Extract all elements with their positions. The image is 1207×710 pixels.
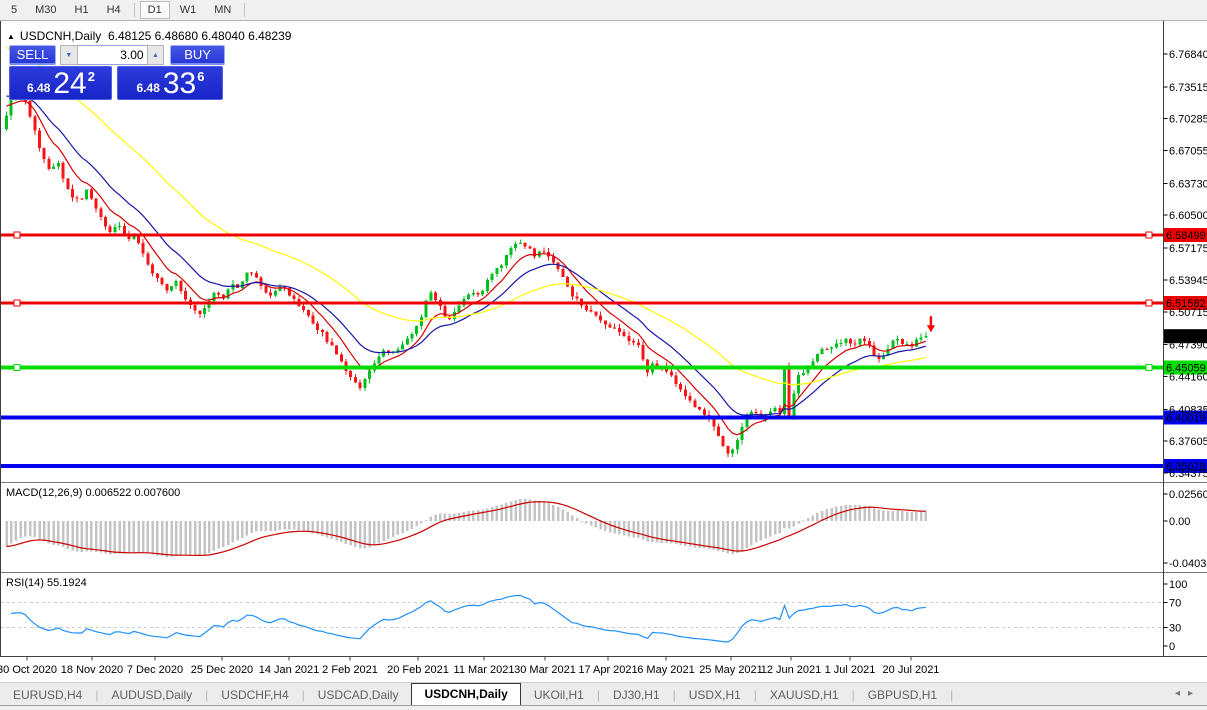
svg-text:6.76840: 6.76840 [1169, 49, 1207, 61]
level-line-handle[interactable] [1146, 300, 1152, 306]
buy-price-prefix: 6.48 [137, 81, 160, 95]
svg-text:14 Jan 2021: 14 Jan 2021 [259, 664, 320, 676]
buy-button[interactable]: BUY [170, 45, 225, 65]
chart-tab-usdx[interactable]: USDX,H1 [676, 685, 754, 706]
timeframe-button-h1[interactable]: H1 [67, 1, 97, 19]
svg-text:1 Jul 2021: 1 Jul 2021 [825, 664, 876, 676]
chart-title: ▲ USDCNH,Daily 6.48125 6.48680 6.48040 6.… [7, 29, 291, 43]
svg-text:70: 70 [1169, 598, 1181, 610]
sell-price-display[interactable]: 6.48242 [9, 66, 112, 100]
svg-text:6.67055: 6.67055 [1169, 146, 1207, 158]
sell-button[interactable]: SELL [9, 45, 56, 65]
svg-text:6.37605: 6.37605 [1169, 436, 1207, 448]
svg-text:0.025609: 0.025609 [1169, 489, 1207, 501]
level-line-handle[interactable] [14, 232, 20, 238]
timeframe-toolbar: 5M30H1H4 D1W1MN [0, 0, 1207, 21]
svg-text:6.53945: 6.53945 [1169, 275, 1207, 287]
svg-text:0.00: 0.00 [1169, 516, 1190, 528]
svg-text:11 Mar 2021: 11 Mar 2021 [454, 664, 515, 676]
svg-text:6 May 2021: 6 May 2021 [637, 664, 694, 676]
chart-tab-xauusd[interactable]: XAUUSD,H1 [757, 685, 852, 706]
timeframe-button-h4[interactable]: H4 [99, 1, 129, 19]
status-bar [0, 705, 1207, 710]
svg-text:20 Feb 2021: 20 Feb 2021 [387, 664, 449, 676]
svg-text:2 Feb 2021: 2 Feb 2021 [322, 664, 378, 676]
candlestick-chart[interactable]: 6.584996.515826.450596.400196.350786.768… [0, 21, 1207, 682]
timeframe-button-w1[interactable]: W1 [172, 1, 205, 19]
tab-scroll-arrows[interactable]: ◂▸ [1175, 688, 1201, 699]
chart-tab-bar: ◂▸ EURUSD,H4|AUDUSD,Daily|USDCHF,H4|USDC… [0, 682, 1207, 706]
svg-text:6.70285: 6.70285 [1169, 114, 1207, 126]
sell-price-big: 24 [53, 70, 86, 98]
volume-increase-button[interactable]: ▲ [147, 45, 165, 65]
svg-text:100: 100 [1169, 579, 1187, 591]
tab-separator: | [950, 685, 953, 706]
svg-text:6.60500: 6.60500 [1169, 210, 1207, 222]
level-line-handle[interactable] [1146, 365, 1152, 371]
svg-text:6.58499: 6.58499 [1166, 230, 1206, 242]
svg-text:20 Jul 2021: 20 Jul 2021 [883, 664, 940, 676]
chart-tab-usdchf[interactable]: USDCHF,H4 [208, 685, 301, 706]
chart-tab-dj30[interactable]: DJ30,H1 [600, 685, 673, 706]
level-line-handle[interactable] [1146, 232, 1152, 238]
chart-tab-audusd[interactable]: AUDUSD,Daily [98, 685, 205, 706]
svg-text:6.50715: 6.50715 [1169, 307, 1207, 319]
rsi-indicator-label: RSI(14) 55.1924 [6, 577, 87, 589]
buy-price-superscript: 6 [197, 69, 204, 84]
terminal-window: 5M30H1H4D1W1MN 6.584996.515826.450596.40… [0, 0, 1207, 709]
one-click-trade-panel: SELL ▼ ▲ BUY 6.48242 6.48336 [9, 45, 225, 100]
chart-tab-ukoil[interactable]: UKOil,H1 [521, 685, 597, 706]
svg-text:17 Apr 2021: 17 Apr 2021 [578, 664, 637, 676]
svg-text:30 Mar 2021: 30 Mar 2021 [514, 664, 576, 676]
svg-text:6.34375: 6.34375 [1169, 468, 1207, 480]
svg-text:0: 0 [1169, 641, 1175, 653]
collapse-triangle-icon[interactable]: ▲ [7, 32, 15, 41]
timeframe-button-d1[interactable]: D1 [140, 1, 170, 19]
level-line-handle[interactable] [14, 300, 20, 306]
svg-text:6.44160: 6.44160 [1169, 371, 1207, 383]
timeframe-button-m30[interactable]: M30 [27, 1, 64, 19]
tab-scroll-right-icon[interactable]: ▸ [1188, 688, 1201, 699]
buy-price-display[interactable]: 6.48336 [117, 66, 223, 100]
svg-text:-0.04038: -0.04038 [1169, 558, 1207, 570]
chart-tab-usdcad[interactable]: USDCAD,Daily [305, 685, 412, 706]
svg-text:6.57175: 6.57175 [1169, 243, 1207, 255]
chart-symbol-label: USDCNH,Daily [20, 29, 101, 43]
svg-text:6.40835: 6.40835 [1169, 404, 1207, 416]
level-line-handle[interactable] [14, 365, 20, 371]
volume-input[interactable] [78, 45, 147, 65]
svg-text:6.73515: 6.73515 [1169, 82, 1207, 94]
svg-text:6.48239: 6.48239 [1166, 331, 1206, 343]
timeframe-button-mn[interactable]: MN [206, 1, 239, 19]
macd-indicator-label: MACD(12,26,9) 0.006522 0.007600 [6, 487, 180, 499]
timeframe-button-5[interactable]: 5 [3, 1, 25, 19]
svg-text:12 Jun 2021: 12 Jun 2021 [761, 664, 822, 676]
tab-scroll-left-icon[interactable]: ◂ [1175, 688, 1188, 699]
svg-text:6.63730: 6.63730 [1169, 178, 1207, 190]
toolbar-separator [134, 3, 135, 17]
chart-ohlc-values: 6.48125 6.48680 6.48040 6.48239 [108, 29, 292, 43]
svg-text:25 Dec 2020: 25 Dec 2020 [191, 664, 253, 676]
current-price-label: 6.48239 [1164, 329, 1207, 343]
volume-decrease-button[interactable]: ▼ [60, 45, 78, 65]
chart-tab-gbpusd[interactable]: GBPUSD,H1 [855, 685, 950, 706]
svg-text:18 Nov 2020: 18 Nov 2020 [61, 664, 123, 676]
buy-price-big: 33 [163, 70, 196, 98]
svg-text:7 Dec 2020: 7 Dec 2020 [127, 664, 183, 676]
chart-area[interactable]: 6.584996.515826.450596.400196.350786.768… [0, 21, 1207, 682]
svg-text:30: 30 [1169, 622, 1181, 634]
sell-price-prefix: 6.48 [27, 81, 50, 95]
svg-text:25 May 2021: 25 May 2021 [699, 664, 763, 676]
chart-tab-eurusd[interactable]: EURUSD,H4 [0, 685, 95, 706]
sell-price-superscript: 2 [88, 69, 95, 84]
chart-tab-usdcnh[interactable]: USDCNH,Daily [411, 683, 520, 706]
svg-text:30 Oct 2020: 30 Oct 2020 [0, 664, 57, 676]
toolbar-separator [244, 3, 245, 17]
